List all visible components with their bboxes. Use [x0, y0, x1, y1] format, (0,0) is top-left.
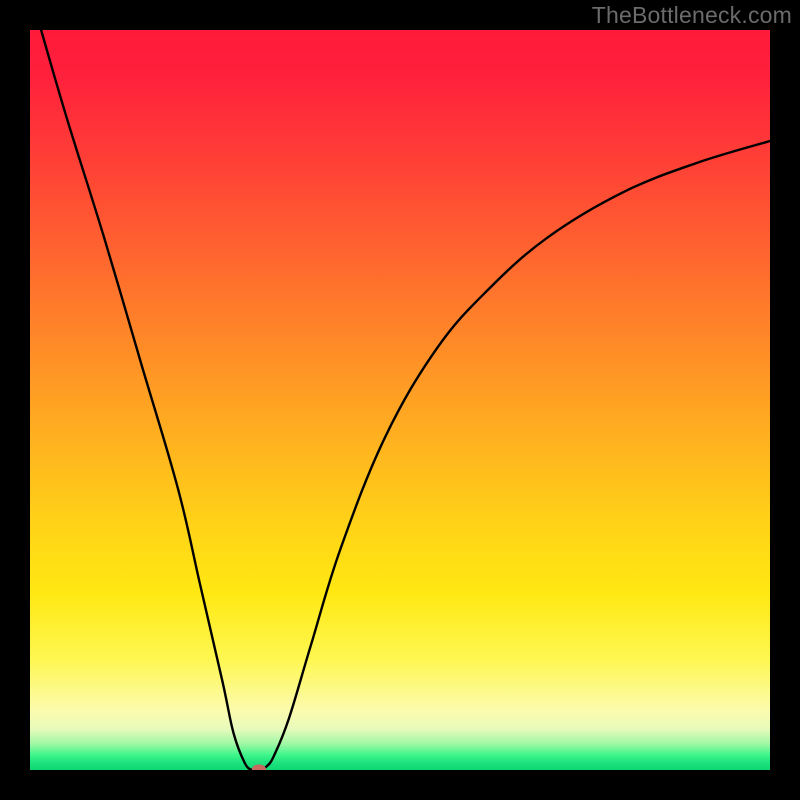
chart-frame: TheBottleneck.com: [0, 0, 800, 800]
watermark-text: TheBottleneck.com: [592, 2, 792, 29]
optimal-point-marker: [252, 765, 266, 771]
curve-svg: [30, 30, 770, 770]
plot-region: [30, 30, 770, 770]
curve-path: [41, 30, 770, 770]
